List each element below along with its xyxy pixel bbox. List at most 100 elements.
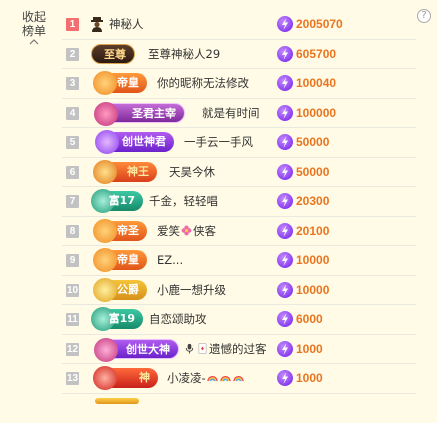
leaderboard-row[interactable]: 9 帝皇 EZ... 10000 (62, 246, 416, 276)
rank-badge: 公爵 (95, 280, 147, 300)
leaderboard-row[interactable]: 10 公爵 小鹿一想升级 10000 (62, 276, 416, 306)
lightning-coin-icon (277, 311, 293, 327)
chevron-up-icon (29, 39, 39, 45)
nickname: 自恋颂助攻 (149, 312, 207, 326)
rank-badge: 创世大神 (95, 339, 179, 359)
leaderboard-row[interactable]: 1 神秘人 2005070 (62, 10, 416, 40)
rank-badge: 圣君主宰 (95, 103, 185, 123)
shield-emblem-icon (93, 278, 117, 302)
score-value: 10000 (296, 253, 329, 267)
rank-number: 9 (66, 254, 79, 267)
flower-icon (181, 225, 192, 236)
score-value: 605700 (296, 47, 336, 61)
score-value: 100040 (296, 76, 336, 90)
lightning-coin-icon (277, 341, 293, 357)
score-value: 20300 (296, 194, 329, 208)
heart-emblem-icon (94, 338, 118, 362)
leaderboard-row[interactable]: 7 富17 千金，轻轻唱 20300 (62, 187, 416, 217)
rank-number: 13 (66, 372, 79, 385)
lightning-coin-icon (277, 252, 293, 268)
playing-card-icon (197, 343, 208, 354)
leaderboard-row[interactable]: 2 至尊 至尊神秘人29 605700 (62, 40, 416, 70)
rank-badge (95, 398, 139, 404)
rainbow-icon (233, 372, 244, 383)
lightning-coin-icon (277, 75, 293, 91)
rainbow-icon (220, 372, 231, 383)
score-value: 1000 (296, 342, 323, 356)
score-value: 100000 (296, 106, 336, 120)
leaderboard-row[interactable]: 13 神 小凌凌- 1000 (62, 364, 416, 394)
nickname: 就是有时间 (202, 106, 260, 120)
leaderboard-row[interactable]: 12 创世大神 遗憾的过客 1000 (62, 335, 416, 365)
rank-number: 5 (66, 136, 79, 149)
wealth-badge: 富17 (93, 191, 143, 211)
rank-number: 11 (66, 313, 79, 326)
score-value: 2005070 (296, 17, 343, 31)
nickname: 一手云一手风 (184, 135, 253, 149)
leaderboard-row-partial[interactable] (62, 394, 416, 423)
rank-badge: 帝圣 (95, 221, 147, 241)
nickname: 爱笑侠客 (157, 224, 216, 238)
rank-badge: 神王 (95, 162, 157, 182)
lightning-coin-icon (277, 223, 293, 239)
flame-emblem-icon (93, 160, 117, 184)
vip-badge: 至尊 (91, 44, 135, 64)
left-panel: 收起 榜单 (0, 0, 62, 406)
leaderboard-row[interactable]: 6 神王 天昊今休 50000 (62, 158, 416, 188)
rank-badge: 创世神君 (97, 132, 174, 152)
nickname: 小凌凌- (167, 371, 245, 385)
score-value: 1000 (296, 371, 323, 385)
microphone-icon (184, 343, 195, 354)
gem-emblem-icon (95, 130, 119, 154)
crown-emblem-icon (93, 71, 117, 95)
nickname: 神秘人 (109, 17, 144, 31)
score-value: 6000 (296, 312, 323, 326)
score-value: 50000 (296, 135, 329, 149)
rank-number: 12 (66, 343, 79, 356)
lightning-coin-icon (277, 105, 293, 121)
lightning-coin-icon (277, 164, 293, 180)
rank-number: 1 (66, 18, 79, 31)
leaderboard-row[interactable]: 8 帝圣 爱笑侠客 20100 (62, 217, 416, 247)
nickname: 千金，轻轻唱 (149, 194, 218, 208)
lightning-coin-icon (277, 46, 293, 62)
collapse-label-line1: 收起 (19, 10, 49, 24)
collapse-label-line2: 榜单 (19, 24, 49, 38)
leaderboard-row[interactable]: 5 创世神君 一手云一手风 50000 (62, 128, 416, 158)
mystery-person-icon (89, 16, 105, 32)
score-value: 20100 (296, 224, 329, 238)
nickname: 天昊今休 (169, 165, 215, 179)
lightning-coin-icon (277, 134, 293, 150)
score-value: 50000 (296, 165, 329, 179)
rank-number: 6 (66, 166, 79, 179)
rank-number: 7 (66, 195, 79, 208)
wealth-badge: 富19 (93, 309, 143, 329)
lightning-coin-icon (277, 16, 293, 32)
rank-number: 4 (66, 107, 79, 120)
crown-emblem-icon (93, 219, 117, 243)
crown-emblem-icon (93, 248, 117, 272)
rank-number: 10 (66, 284, 79, 297)
leaderboard-row[interactable]: 3 帝皇 你的昵称无法修改 100040 (62, 69, 416, 99)
nickname: 遗憾的过客 (183, 342, 267, 356)
lightning-coin-icon (277, 370, 293, 386)
leaderboard-list: 1 神秘人 2005070 2 至尊 至尊神秘人29 605700 3 帝皇 你… (62, 10, 416, 423)
nickname: 至尊神秘人29 (148, 47, 220, 61)
collapse-leaderboard-button[interactable]: 收起 榜单 (19, 10, 49, 45)
rank-number: 8 (66, 225, 79, 238)
leaderboard-row[interactable]: 11 富19 自恋颂助攻 6000 (62, 305, 416, 335)
score-value: 10000 (296, 283, 329, 297)
rainbow-icon (207, 372, 218, 383)
nickname: 你的昵称无法修改 (157, 76, 249, 90)
rank-number: 3 (66, 77, 79, 90)
rank-badge: 帝皇 (95, 250, 147, 270)
leaderboard-row[interactable]: 4 圣君主宰 就是有时间 100000 (62, 99, 416, 129)
heart-emblem-icon (94, 102, 118, 126)
lightning-coin-icon (277, 282, 293, 298)
help-button[interactable]: ? (417, 9, 431, 23)
nickname: 小鹿一想升级 (157, 283, 226, 297)
rank-badge: 神 (95, 368, 158, 388)
nickname: EZ... (157, 253, 183, 267)
heart-emblem-icon (93, 366, 117, 390)
lightning-coin-icon (277, 193, 293, 209)
